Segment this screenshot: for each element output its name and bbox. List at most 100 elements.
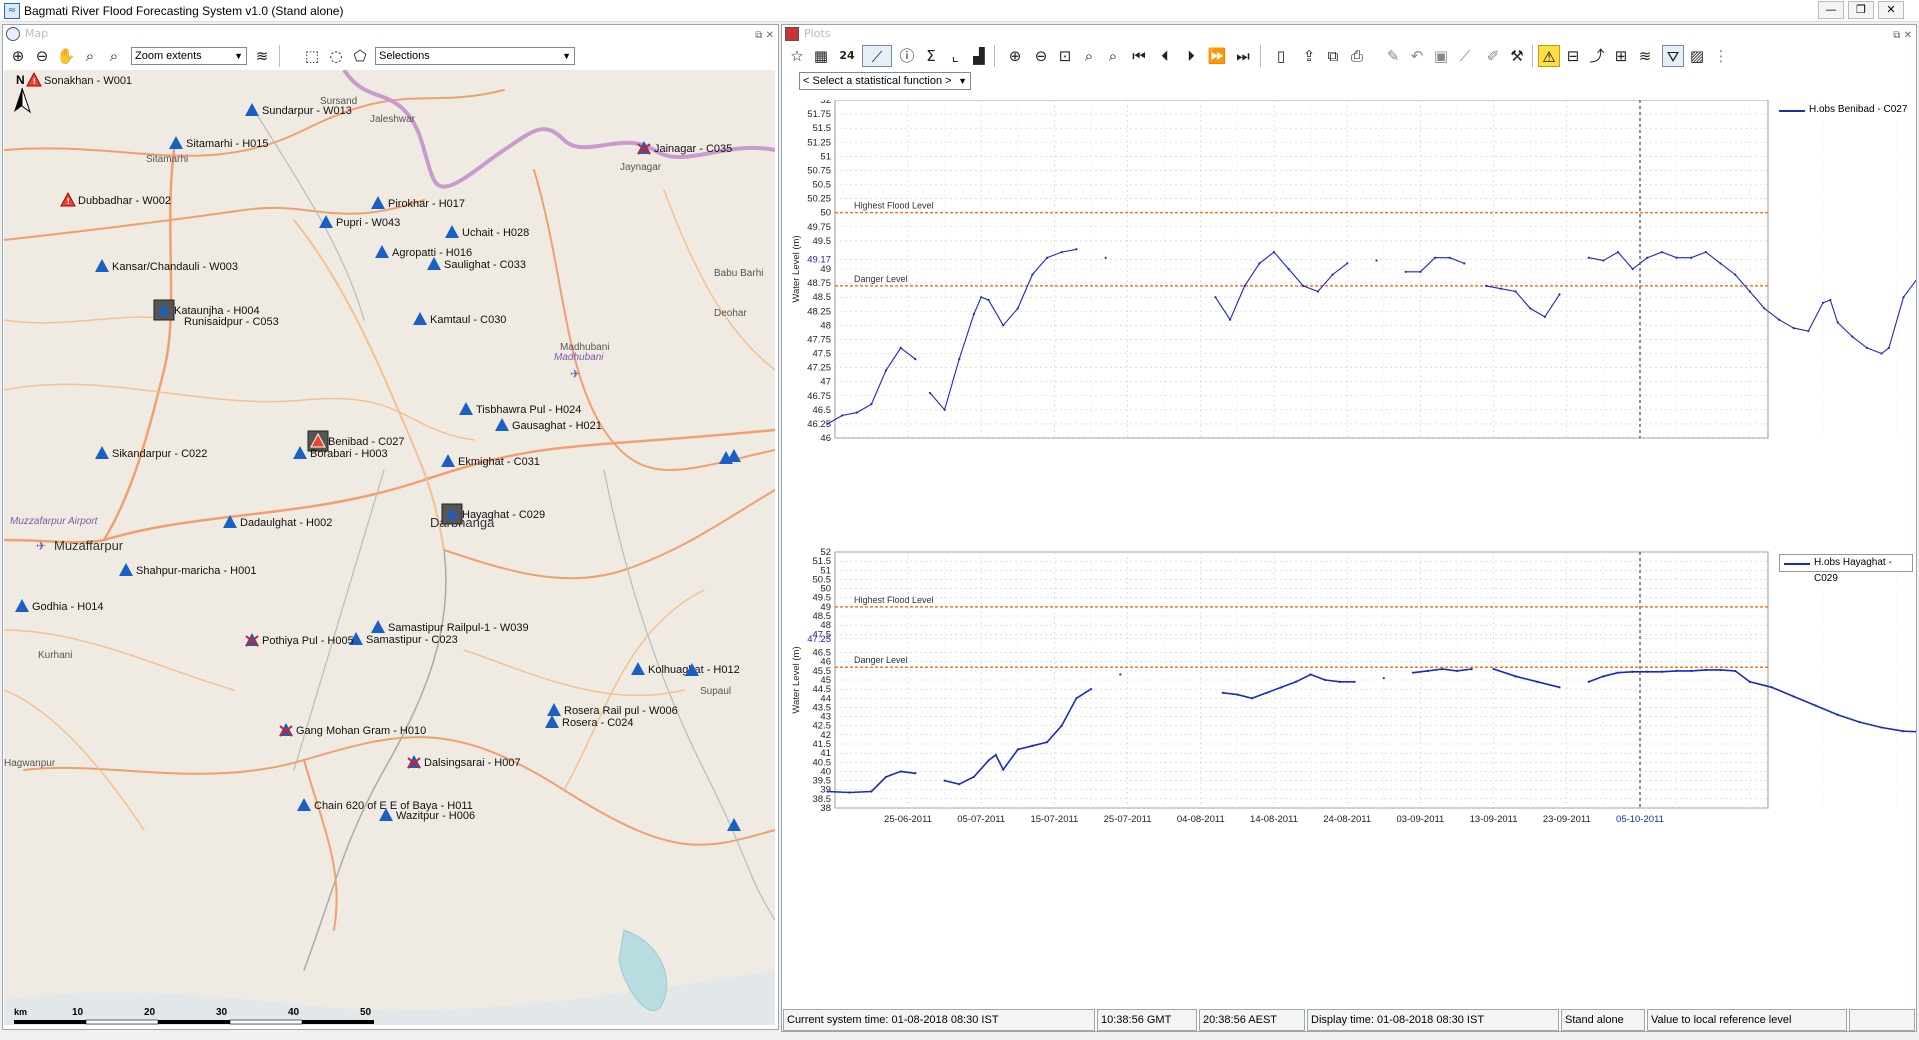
lasso-select-icon[interactable]: ◌ [325,45,347,67]
window-title: Bagmati River Flood Forecasting System v… [24,4,344,18]
data-point [1075,248,1078,251]
hatch-icon[interactable]: ▨ [1686,45,1708,67]
rectangle-select-icon[interactable]: ⬚ [301,45,323,67]
panel-float-icon[interactable]: ⧉ ✕ [755,27,774,44]
data-point [1821,301,1825,304]
wrench-icon[interactable]: ⚒ [1506,45,1528,67]
document-icon[interactable]: ▯ [1270,45,1292,67]
panel-float-icon[interactable]: ⧉ ✕ [1893,27,1912,44]
station-marker[interactable]: Kansar/Chandauli - W003 [95,259,238,273]
data-point [1455,669,1459,672]
station-marker[interactable]: Rosera Rail pul - W006 [547,703,678,717]
station-marker[interactable]: Sikandarpur - C022 [95,446,207,460]
station-marker[interactable]: Dalsingsarai - H007 [407,755,521,769]
zoom-previous-icon[interactable]: ⌕ [79,45,101,67]
zoom-next-icon[interactable]: ⌕ [103,45,125,67]
tools-icon[interactable]: ⋮ [1710,45,1732,67]
table-icon[interactable]: ▦ [810,45,832,67]
map-canvas[interactable]: Jaleshwar Sursand Sitamarhi Jaynagar Bab… [4,70,775,1025]
scale-tick: 50 [360,1007,372,1018]
place-name: Babu Barhi [714,268,763,279]
data-point [1375,259,1378,262]
grid-chart-icon[interactable]: ⊞ [1610,45,1632,67]
line-chart-icon[interactable]: ⟋ [862,45,892,67]
data-point [958,358,961,361]
zoom-out-icon[interactable]: ⊖ [31,45,53,67]
close-button[interactable]: ✕ [1878,1,1904,19]
station-marker[interactable]: Tisbhawra Pul - H024 [459,402,581,416]
bar-chart-icon[interactable]: ▟ [968,45,990,67]
time-step-button[interactable]: 24 [836,45,858,67]
zoom-search-icon[interactable]: ⌕ [1078,45,1100,67]
sigma-icon[interactable]: Σ [920,45,942,67]
info-icon[interactable]: ⓘ [896,45,918,67]
undo-icon[interactable]: ↶ [1406,45,1428,67]
station-marker[interactable]: Runisaidpur - C053 [184,316,279,328]
layers-icon[interactable]: ≋ [251,45,273,67]
map-svg[interactable]: Jaleshwar Sursand Sitamarhi Jaynagar Bab… [4,70,775,1025]
zoom-out-icon[interactable]: ⊖ [1030,45,1052,67]
chart-2[interactable]: 5251.55150.55049.54948.54847.547.2546.54… [791,547,1919,825]
next-icon[interactable]: ⏵ [1180,45,1202,67]
station-marker[interactable]: ! Dubbadhar - W002 [60,191,171,207]
save-icon[interactable]: ▣ [1430,45,1452,67]
plots-canvas[interactable]: 52 51.75 51.5 51.25 51 50.75 50.5 50.25 50 49.75 4… [783,95,1919,992]
y-tick-label: 47.25 [807,363,831,374]
last-icon[interactable]: ⏭ [1232,45,1254,67]
zoom-reset-icon[interactable]: ⌕ [1102,45,1124,67]
copy-icon[interactable]: ⧉ [1322,45,1344,67]
maximize-button[interactable]: ❐ [1848,1,1874,19]
validate-icon[interactable]: ⟋ [1454,45,1476,67]
data-point [1309,673,1312,676]
scale-tick: 30 [216,1007,228,1018]
data-point [1272,251,1276,254]
filter-layers-icon[interactable]: ≋ [1634,45,1656,67]
station-marker[interactable]: Sundarpur - W013 [245,103,352,117]
station-marker[interactable]: Dadaulghat - H002 [223,515,332,529]
selections-combo[interactable]: Selections ▼ [375,47,575,65]
station-label: Sundarpur - W013 [262,105,352,117]
legend-item[interactable]: H.obs Benibad - C027 [1775,102,1913,120]
axis-icon[interactable]: ⌞ [944,45,966,67]
station-marker[interactable]: Shahpur-maricha - H001 [119,563,256,577]
minimize-button[interactable]: — [1818,1,1844,19]
filter-icon[interactable]: ⛛ [1662,45,1684,67]
station-marker[interactable]: Kolhuaghat - H012 [631,662,740,676]
trend-icon[interactable]: ⤴ [1586,45,1608,67]
zoom-extents-combo[interactable]: Zoom extents ▼ [131,47,247,65]
station-marker[interactable]: Pothiya Pul - H005 [245,633,354,647]
airport-name: Madhubani [554,352,604,363]
legend-item[interactable]: H.obs Hayaghat - C029 [1779,554,1913,584]
print-icon[interactable]: ⎙ [1346,45,1368,67]
station-marker[interactable]: Gausaghat - H021 [495,418,602,432]
data-point [1763,307,1766,310]
data-point [1045,256,1049,259]
zoom-in-icon[interactable]: ⊕ [7,45,29,67]
data-point [1777,318,1781,321]
warning-icon[interactable]: ⚠ [1538,45,1560,67]
data-point [1316,290,1320,293]
data-point [1748,680,1751,683]
statistical-function-select[interactable]: < Select a statistical function > ▼ [799,72,971,90]
data-point [1814,704,1817,707]
pencil-icon[interactable]: ✐ [1482,45,1504,67]
chart-1[interactable]: 52 51.75 51.5 51.25 51 50.75 50.5 50.25 50 49.75 4… [791,95,1919,444]
pan-hand-icon[interactable]: ✋ [55,45,77,67]
export-icon[interactable]: ⇪ [1298,45,1320,67]
polygon-select-icon[interactable]: ⬠ [349,45,371,67]
zoom-in-icon[interactable]: ⊕ [1004,45,1026,67]
fast-forward-icon[interactable]: ⏩ [1206,45,1228,67]
previous-icon[interactable]: ⏴ [1154,45,1176,67]
edit-icon[interactable]: ✎ [1382,45,1404,67]
plot-svg[interactable]: 52 51.75 51.5 51.25 51 50.75 50.5 50.25 50 49.75 4… [783,95,1919,992]
first-icon[interactable]: ⏮ [1128,45,1150,67]
zoom-fit-icon[interactable]: ⊡ [1054,45,1076,67]
ruler-icon[interactable]: ⊟ [1562,45,1584,67]
airport-name: Muzzafarpur Airport [10,516,99,527]
station-marker[interactable]: Samastipur Railpul-1 - W039 [371,620,529,634]
station-marker[interactable]: Gang Mohan Gram - H010 [279,723,426,737]
data-point [1404,270,1407,273]
favorite-star-icon[interactable]: ☆ [786,45,808,67]
status-extra [1849,1009,1915,1031]
station-marker[interactable]: Samastipur - C023 [349,632,458,646]
